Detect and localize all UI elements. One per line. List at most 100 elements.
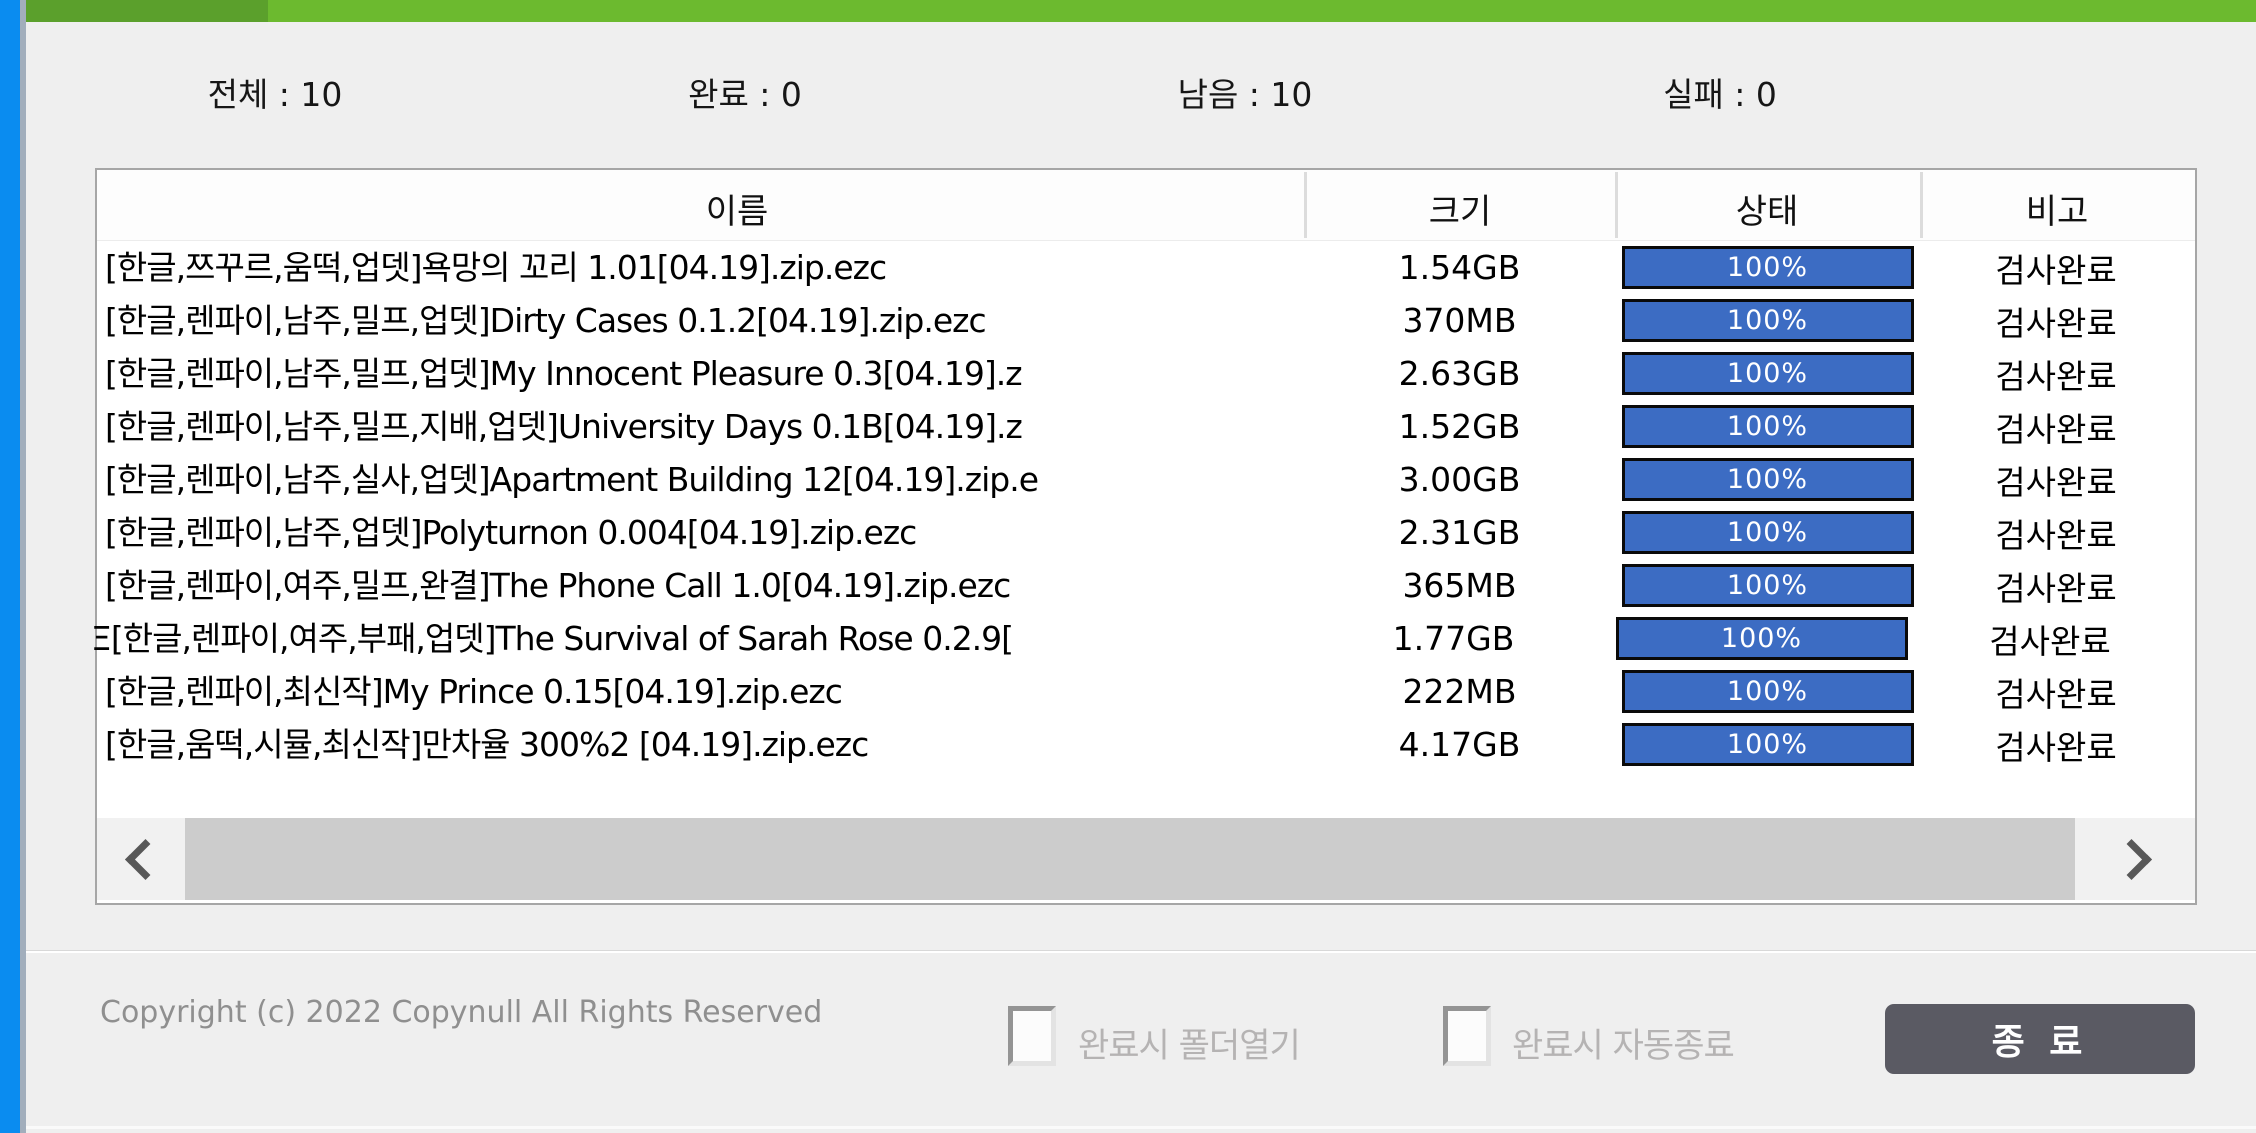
- table-row[interactable]: [한글,렌파이,남주,밀프,업뎃]Dirty Cases 0.1.2[04.19…: [97, 294, 2195, 347]
- window-border-line: [20, 0, 26, 1133]
- file-note: 검사완료: [1989, 621, 2111, 661]
- file-status: 100%: [1615, 723, 1920, 766]
- stat-remaining: 남음 : 10: [1177, 75, 1313, 114]
- progress-bar: 100%: [1621, 299, 1914, 342]
- scroll-right-button[interactable]: [2075, 818, 2195, 900]
- table-row[interactable]: [한글,쯔꾸르,움떡,업뎃]욕망의 꼬리 1.01[04.19].zip.ezc…: [97, 241, 2195, 294]
- file-list: 이름 크기 상태 비고 [한글,쯔꾸르,움떡,업뎃]욕망의 꼬리 1.01[04…: [91, 168, 2197, 905]
- progress-percent: 100%: [1726, 252, 1809, 283]
- progress-percent: 100%: [1720, 623, 1803, 654]
- file-note: 검사완료: [1995, 727, 2117, 767]
- table-row[interactable]: Ξ[한글,렌파이,여주,부패,업뎃]The Survival of Sarah …: [91, 612, 2195, 665]
- table-row[interactable]: [한글,렌파이,최신작]My Prince 0.15[04.19].zip.ez…: [97, 665, 2195, 718]
- copyright-text: Copyright (c) 2022 Copynull All Rights R…: [100, 995, 823, 1030]
- file-status: 100%: [1615, 458, 1920, 501]
- progress-bar: 100%: [1621, 511, 1914, 554]
- chevron-right-icon: [2110, 838, 2152, 880]
- file-size: 3.00GB: [1398, 460, 1521, 499]
- file-size: 1.77GB: [1392, 619, 1515, 658]
- file-note: 검사완료: [1995, 515, 2117, 555]
- header-divider: [1304, 172, 1307, 238]
- file-size: 365MB: [1402, 566, 1517, 605]
- file-rows: [한글,쯔꾸르,움떡,업뎃]욕망의 꼬리 1.01[04.19].zip.ezc…: [91, 241, 2195, 771]
- file-status: 100%: [1615, 405, 1920, 448]
- auto-close-checkbox[interactable]: [1443, 1006, 1491, 1066]
- file-name: Ξ[한글,렌파이,여주,부패,업뎃]The Survival of Sarah …: [91, 619, 1014, 658]
- progress-percent: 100%: [1726, 676, 1809, 707]
- table-row[interactable]: [한글,렌파이,남주,밀프,지배,업뎃]University Days 0.1B…: [97, 400, 2195, 453]
- background-window-edge: [0, 0, 20, 1133]
- file-status: 100%: [1615, 352, 1920, 395]
- window-bottom-edge: [26, 1126, 2256, 1129]
- file-note: 검사완료: [1995, 356, 2117, 396]
- stat-failed: 실패 : 0: [1663, 75, 1777, 114]
- progress-bar: 100%: [1621, 458, 1914, 501]
- file-name: [한글,쯔꾸르,움떡,업뎃]욕망의 꼬리 1.01[04.19].zip.ezc: [105, 248, 887, 287]
- app-window: 전체 : 10 완료 : 0 남음 : 10 실패 : 0 이름 크기 상태 비…: [0, 0, 2256, 1133]
- file-size: 370MB: [1402, 301, 1517, 340]
- auto-close-checkbox-label[interactable]: 완료시 자동종료: [1512, 1018, 1735, 1067]
- open-folder-checkbox-label[interactable]: 완료시 폴더열기: [1078, 1018, 1301, 1067]
- file-status: 100%: [1615, 564, 1920, 607]
- table-row[interactable]: [한글,렌파이,여주,밀프,완결]The Phone Call 1.0[04.1…: [97, 559, 2195, 612]
- table-row[interactable]: [한글,렌파이,남주,업뎃]Polyturnon 0.004[04.19].zi…: [97, 506, 2195, 559]
- title-bar[interactable]: [26, 0, 2256, 22]
- file-status: 100%: [1615, 670, 1920, 713]
- file-status: 100%: [1609, 617, 1914, 660]
- chevron-left-icon: [124, 838, 166, 880]
- file-size: 4.17GB: [1398, 725, 1521, 764]
- table-row[interactable]: [한글,움떡,시뮬,최신작]만차율 300%2 [04.19].zip.ezc …: [97, 718, 2195, 771]
- progress-percent: 100%: [1726, 358, 1809, 389]
- file-status: 100%: [1615, 246, 1920, 289]
- file-size: 2.31GB: [1398, 513, 1521, 552]
- file-status: 100%: [1615, 511, 1920, 554]
- file-note: 검사완료: [1995, 462, 2117, 502]
- progress-bar: 100%: [1621, 246, 1914, 289]
- file-name: [한글,렌파이,여주,밀프,완결]The Phone Call 1.0[04.1…: [105, 566, 1011, 605]
- header-divider: [1920, 172, 1923, 238]
- file-name: [한글,렌파이,남주,실사,업뎃]Apartment Building 12[0…: [105, 460, 1039, 499]
- file-note: 검사완료: [1995, 674, 2117, 714]
- progress-percent: 100%: [1726, 729, 1809, 760]
- progress-percent: 100%: [1726, 411, 1809, 442]
- file-name: [한글,렌파이,남주,밀프,업뎃]My Innocent Pleasure 0.…: [105, 354, 1023, 393]
- file-size: 2.63GB: [1398, 354, 1521, 393]
- scrollbar-thumb[interactable]: [185, 818, 2075, 900]
- file-size: 1.52GB: [1398, 407, 1521, 446]
- file-name: [한글,움떡,시뮬,최신작]만차율 300%2 [04.19].zip.ezc: [105, 725, 869, 764]
- column-header-status[interactable]: 상태: [1736, 184, 1799, 233]
- list-header: 이름 크기 상태 비고: [97, 170, 2195, 241]
- progress-bar: 100%: [1621, 352, 1914, 395]
- scroll-left-button[interactable]: [97, 818, 185, 900]
- file-note: 검사완료: [1995, 250, 2117, 290]
- file-status: 100%: [1615, 299, 1920, 342]
- table-row[interactable]: [한글,렌파이,남주,밀프,업뎃]My Innocent Pleasure 0.…: [97, 347, 2195, 400]
- progress-bar: 100%: [1615, 617, 1908, 660]
- horizontal-scrollbar[interactable]: [97, 818, 2195, 900]
- file-size: 222MB: [1402, 672, 1517, 711]
- column-header-name[interactable]: 이름: [706, 184, 769, 233]
- file-name: [한글,렌파이,남주,밀프,업뎃]Dirty Cases 0.1.2[04.19…: [105, 301, 987, 340]
- progress-percent: 100%: [1726, 464, 1809, 495]
- progress-percent: 100%: [1726, 517, 1809, 548]
- table-row[interactable]: [한글,렌파이,남주,실사,업뎃]Apartment Building 12[0…: [97, 453, 2195, 506]
- stat-total: 전체 : 10: [207, 75, 343, 114]
- progress-percent: 100%: [1726, 570, 1809, 601]
- column-header-note[interactable]: 비고: [2026, 184, 2089, 233]
- progress-percent: 100%: [1726, 305, 1809, 336]
- close-button[interactable]: 종 료: [1885, 1004, 2195, 1074]
- file-name: [한글,렌파이,남주,업뎃]Polyturnon 0.004[04.19].zi…: [105, 513, 917, 552]
- footer-separator-highlight: [26, 951, 2256, 953]
- open-folder-checkbox[interactable]: [1008, 1006, 1056, 1066]
- stat-complete: 완료 : 0: [688, 75, 802, 114]
- file-name: [한글,렌파이,남주,밀프,지배,업뎃]University Days 0.1B…: [105, 407, 1023, 446]
- progress-bar: 100%: [1621, 723, 1914, 766]
- progress-bar: 100%: [1621, 670, 1914, 713]
- header-divider: [1615, 172, 1618, 238]
- column-header-size[interactable]: 크기: [1429, 184, 1492, 233]
- file-note: 검사완료: [1995, 568, 2117, 608]
- file-size: 1.54GB: [1398, 248, 1521, 287]
- progress-bar: 100%: [1621, 405, 1914, 448]
- file-name: [한글,렌파이,최신작]My Prince 0.15[04.19].zip.ez…: [105, 672, 843, 711]
- file-note: 검사완료: [1995, 303, 2117, 343]
